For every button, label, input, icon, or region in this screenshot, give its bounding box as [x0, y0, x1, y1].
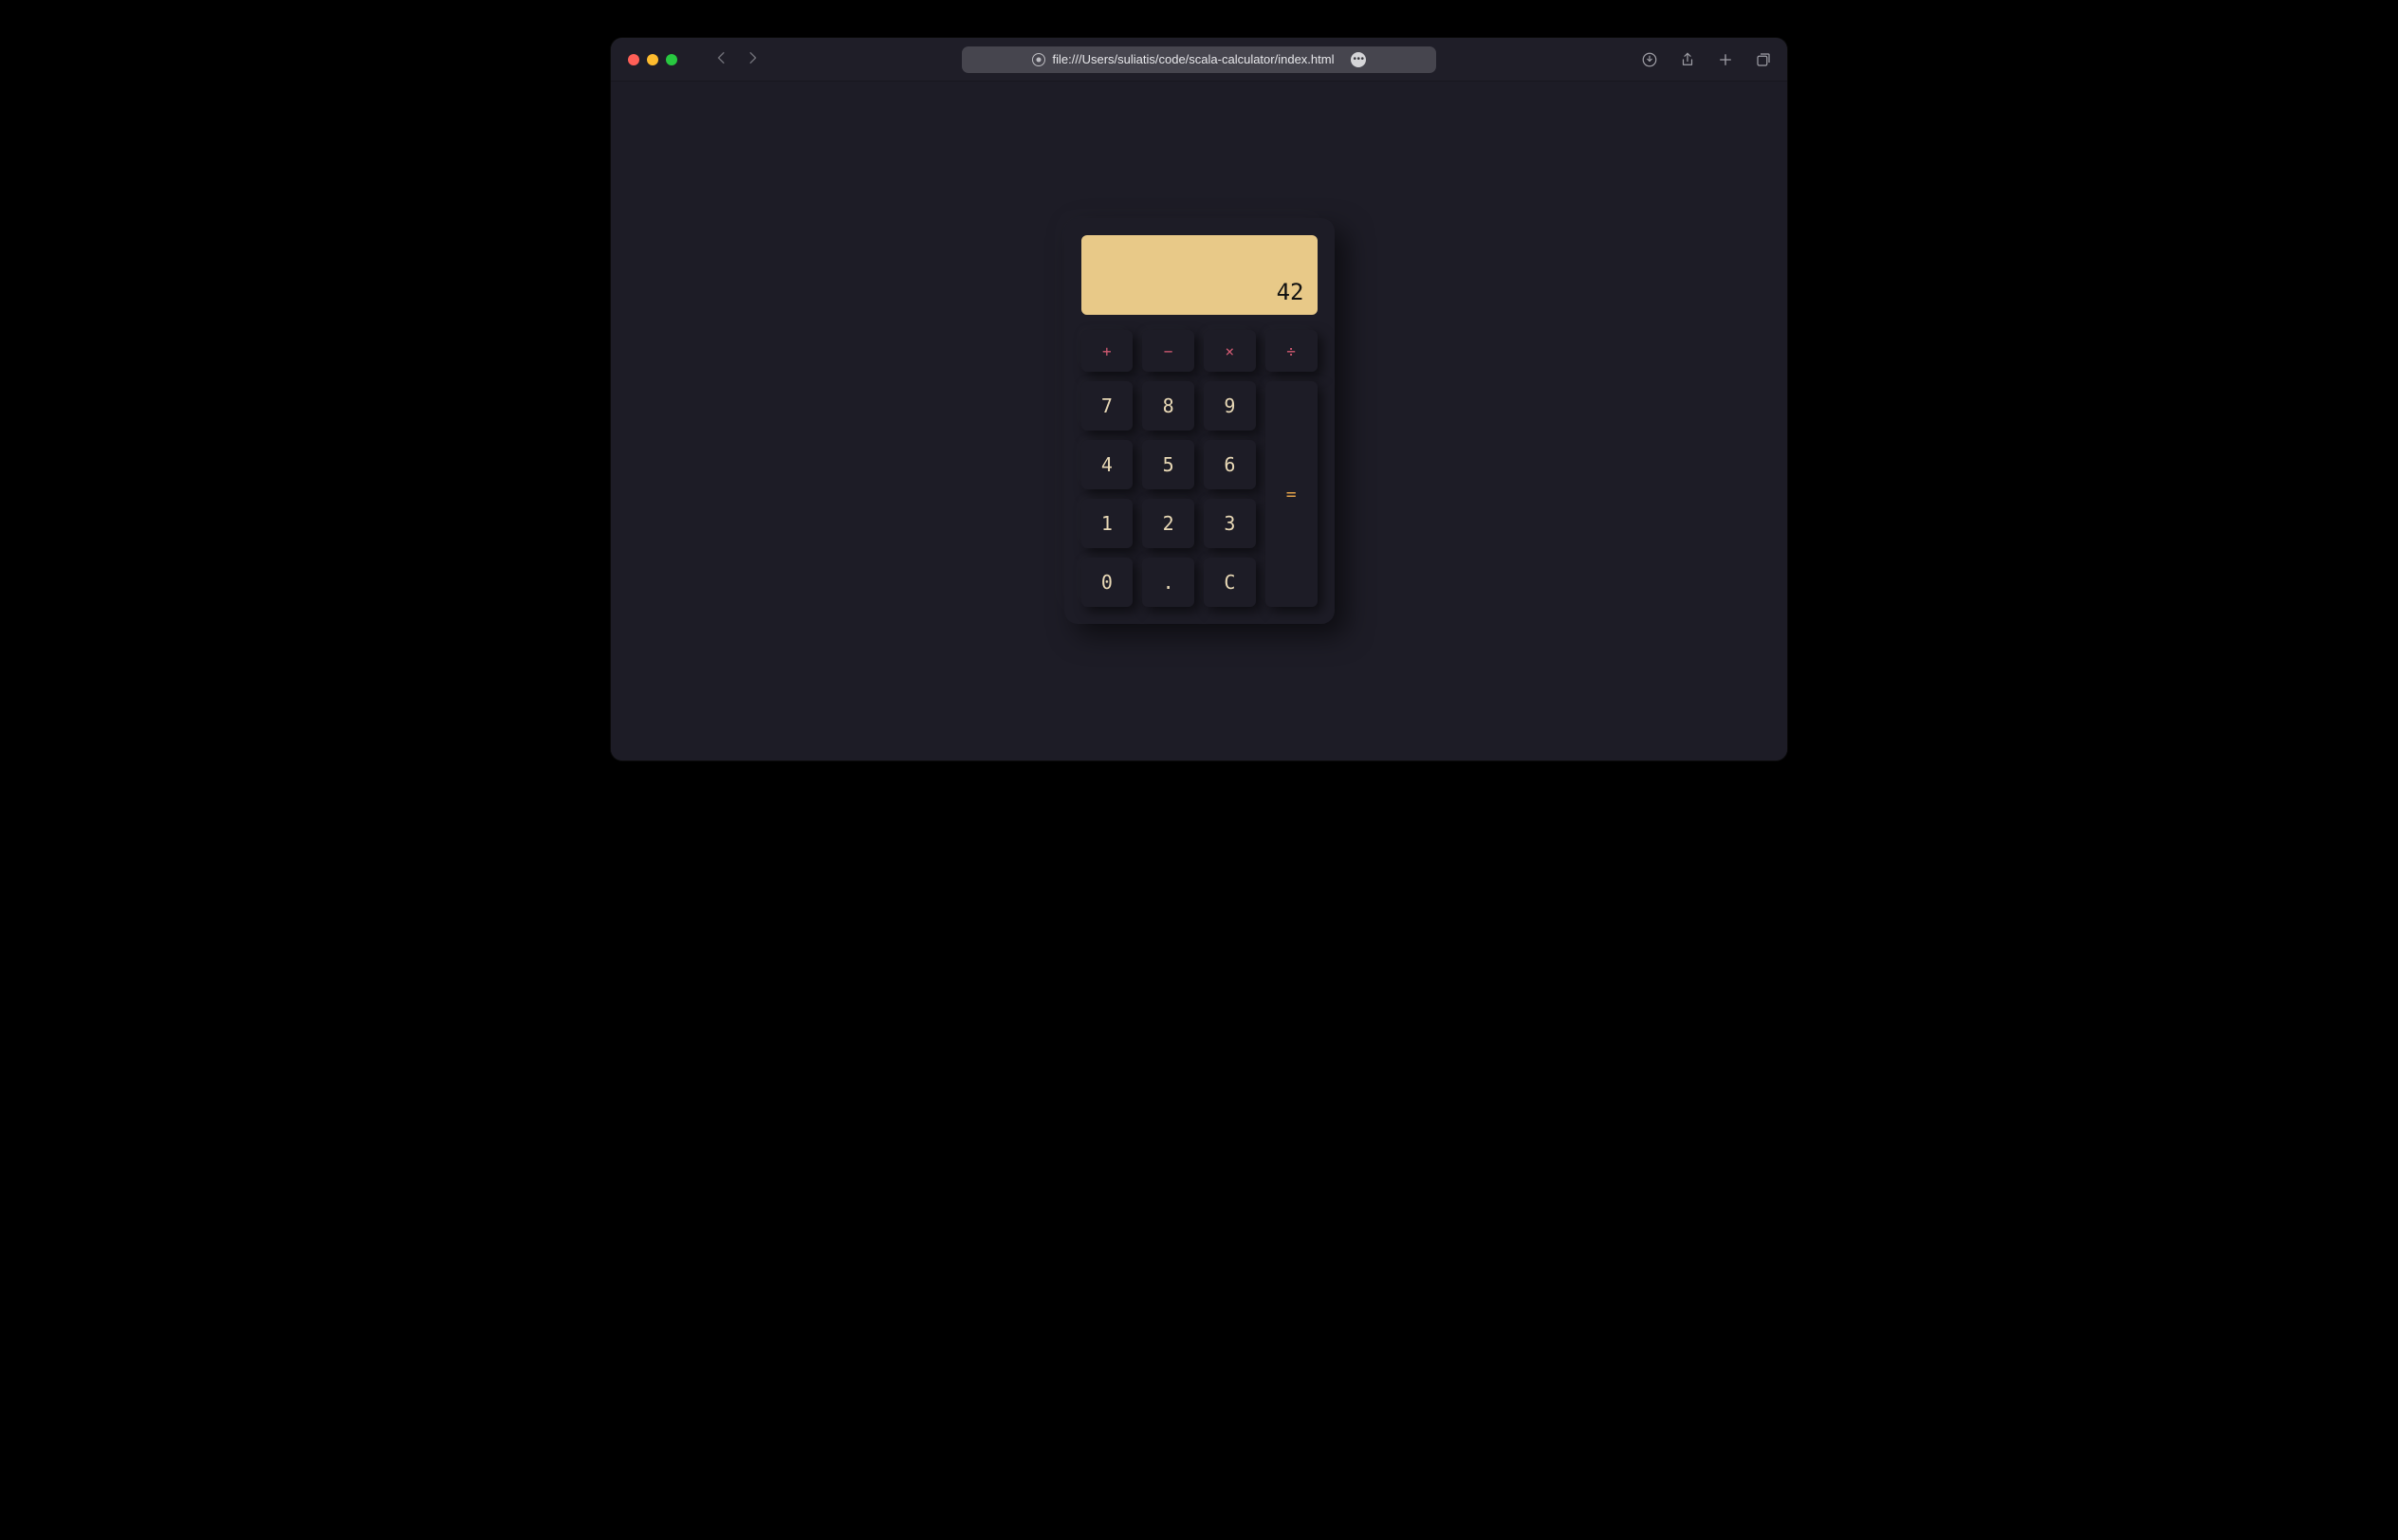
close-window-button[interactable]	[628, 54, 639, 65]
back-button[interactable]	[715, 49, 729, 69]
digit-2-button[interactable]: 2	[1142, 499, 1194, 548]
window-controls	[628, 54, 677, 65]
digit-0-button[interactable]: 0	[1081, 558, 1134, 607]
new-tab-button[interactable]	[1717, 51, 1734, 68]
digit-7-button[interactable]: 7	[1081, 381, 1134, 431]
subtract-button[interactable]: −	[1142, 330, 1194, 372]
browser-titlebar: file:///Users/suliatis/code/scala-calcul…	[611, 38, 1787, 82]
compass-icon	[1032, 53, 1045, 66]
digit-3-button[interactable]: 3	[1204, 499, 1256, 548]
share-button[interactable]	[1679, 51, 1696, 68]
keypad: 7 8 9 4 5 6 1 2 3 0 . C =	[1081, 381, 1318, 607]
calculator-display: 42	[1081, 235, 1318, 315]
minimize-window-button[interactable]	[647, 54, 658, 65]
page-options-icon[interactable]: •••	[1351, 52, 1366, 67]
forward-button[interactable]	[746, 49, 759, 69]
digit-1-button[interactable]: 1	[1081, 499, 1134, 548]
tabs-overview-button[interactable]	[1755, 51, 1772, 68]
page-content: 42 + − × ÷ 7 8 9 4 5 6 1 2 3 0 . C	[611, 82, 1787, 761]
fullscreen-window-button[interactable]	[666, 54, 677, 65]
address-bar[interactable]: file:///Users/suliatis/code/scala-calcul…	[962, 46, 1436, 73]
divide-button[interactable]: ÷	[1265, 330, 1318, 372]
digit-8-button[interactable]: 8	[1142, 381, 1194, 431]
browser-window: file:///Users/suliatis/code/scala-calcul…	[611, 38, 1787, 761]
download-icon	[1641, 51, 1658, 68]
downloads-button[interactable]	[1641, 51, 1658, 68]
share-icon	[1679, 51, 1696, 68]
display-value: 42	[1277, 279, 1304, 305]
chevron-left-icon	[715, 51, 729, 64]
plus-icon	[1717, 51, 1734, 68]
chevron-right-icon	[746, 51, 759, 64]
digit-9-button[interactable]: 9	[1204, 381, 1256, 431]
decimal-button[interactable]: .	[1142, 558, 1194, 607]
digit-5-button[interactable]: 5	[1142, 440, 1194, 489]
digit-4-button[interactable]: 4	[1081, 440, 1134, 489]
digit-6-button[interactable]: 6	[1204, 440, 1256, 489]
address-url: file:///Users/suliatis/code/scala-calcul…	[1053, 52, 1335, 66]
nav-arrows	[715, 49, 759, 69]
tabs-icon	[1755, 51, 1772, 68]
multiply-button[interactable]: ×	[1204, 330, 1256, 372]
toolbar-right	[1641, 51, 1772, 68]
calculator: 42 + − × ÷ 7 8 9 4 5 6 1 2 3 0 . C	[1064, 218, 1335, 624]
operator-row: + − × ÷	[1081, 330, 1318, 372]
add-button[interactable]: +	[1081, 330, 1134, 372]
equals-button[interactable]: =	[1265, 381, 1318, 607]
clear-button[interactable]: C	[1204, 558, 1256, 607]
